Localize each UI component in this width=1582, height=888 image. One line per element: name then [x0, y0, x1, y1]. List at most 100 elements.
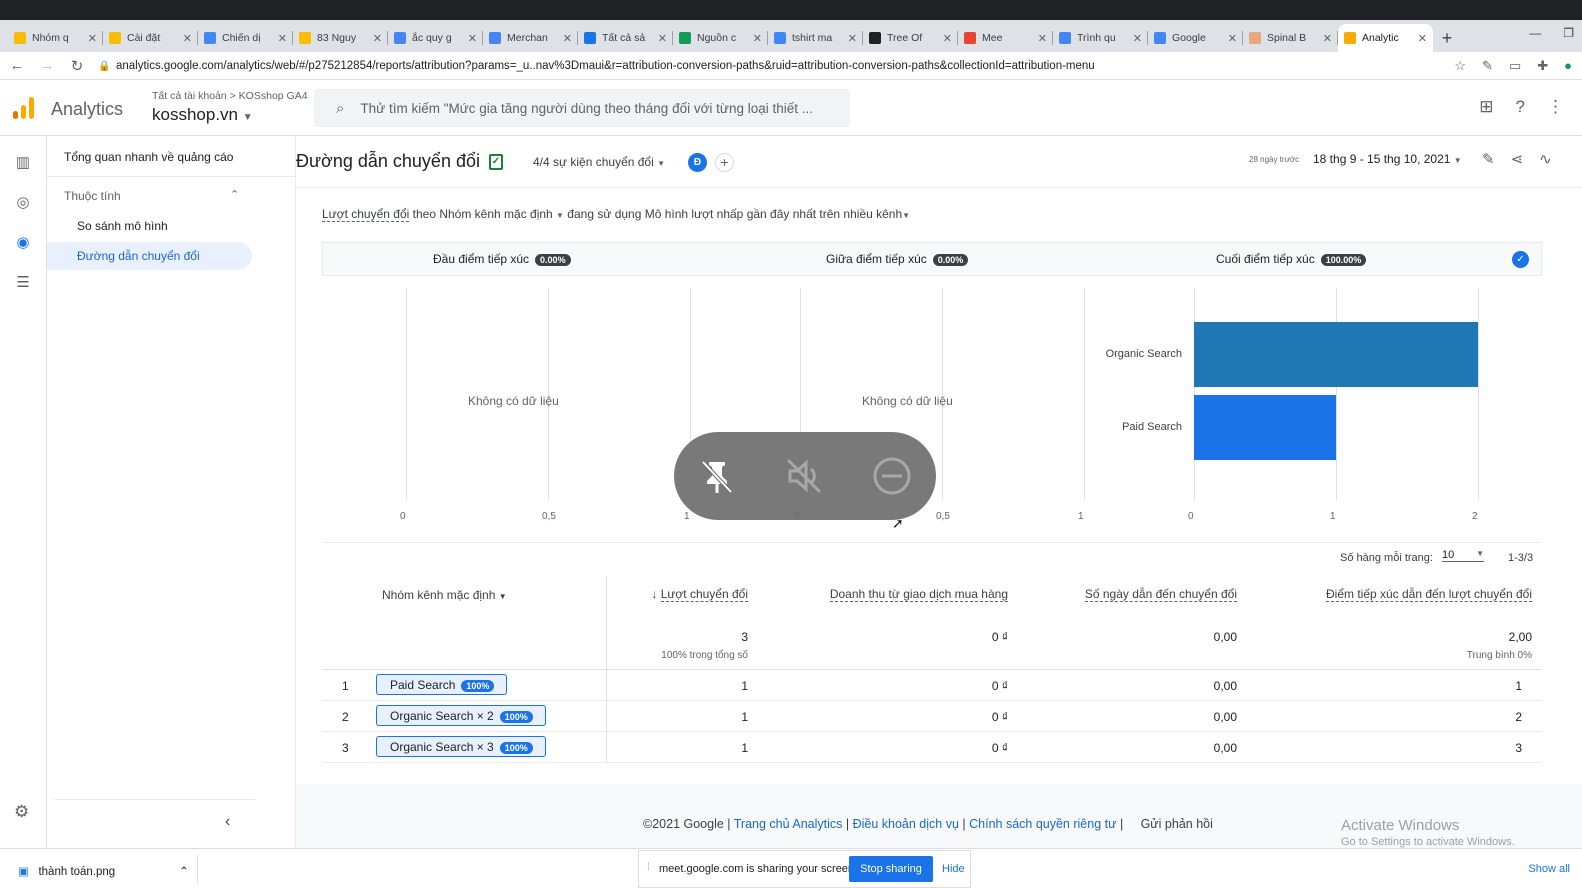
bookmark-star-icon[interactable]: ☆: [1454, 58, 1466, 74]
close-tab-icon[interactable]: ✕: [1038, 32, 1047, 45]
browser-tab[interactable]: 83 Nguy ✕: [293, 24, 388, 52]
explore-icon[interactable]: ◎: [14, 193, 32, 211]
metric-selector[interactable]: Lượt chuyển đổi: [322, 207, 410, 222]
nav-overview[interactable]: Tổng quan nhanh về quảng cáo: [64, 150, 233, 164]
close-tab-icon[interactable]: ✕: [1133, 32, 1142, 45]
header-conversions[interactable]: ↓ Lượt chuyển đổi: [651, 587, 748, 602]
browser-tab[interactable]: Tất cả sả ✕: [578, 24, 673, 52]
pen-extension-icon[interactable]: ✎: [1482, 58, 1493, 74]
help-icon[interactable]: ?: [1516, 97, 1525, 117]
close-tab-icon[interactable]: ✕: [1228, 32, 1237, 45]
nav-item-conversion-paths[interactable]: Đường dẫn chuyển đổi: [47, 242, 252, 270]
reload-icon[interactable]: ↻: [64, 57, 90, 75]
insights-icon[interactable]: ∿: [1539, 150, 1552, 168]
date-range-picker[interactable]: 18 thg 9 - 15 thg 10, 2021 ▼: [1313, 152, 1462, 166]
model-selector[interactable]: đang sử dụng Mô hình lượt nhấp gần đây n…: [564, 207, 902, 221]
hide-button[interactable]: Hide: [942, 863, 965, 875]
title-actions: ✎ ⋖ ∿: [1482, 150, 1552, 168]
minimize-icon[interactable]: —: [1529, 26, 1541, 40]
unpin-icon[interactable]: [697, 456, 737, 496]
feedback-link[interactable]: Gửi phản hồi: [1141, 817, 1213, 831]
comparison-avatar[interactable]: Đ: [688, 153, 707, 172]
url-field[interactable]: 🔒 analytics.google.com/analytics/web/#/p…: [98, 55, 1454, 77]
browser-tab[interactable]: Merchan ✕: [483, 24, 578, 52]
path-chip[interactable]: Organic Search × 2 100%: [376, 705, 546, 726]
dimension-header[interactable]: Nhóm kênh mặc định ▼: [382, 588, 507, 602]
show-all-button[interactable]: Show all: [1528, 863, 1570, 875]
browser-tab[interactable]: Nguồn c ✕: [673, 24, 768, 52]
new-tab-icon[interactable]: +: [1433, 24, 1461, 52]
close-tab-icon[interactable]: ✕: [1418, 32, 1427, 45]
reports-icon[interactable]: ▥: [14, 153, 32, 171]
profile-avatar-icon[interactable]: ●: [1564, 58, 1572, 74]
apps-grid-icon[interactable]: ⊞: [1479, 97, 1493, 117]
dimension-selector[interactable]: theo Nhóm kênh mặc định: [409, 207, 556, 221]
close-tab-icon[interactable]: ✕: [1323, 32, 1332, 45]
drag-handle-icon[interactable]: ⁞: [647, 862, 650, 873]
link-analytics-home[interactable]: Trang chủ Analytics: [734, 817, 843, 831]
close-tab-icon[interactable]: ✕: [183, 32, 192, 45]
header-days[interactable]: Số ngày dẫn đến chuyển đổi: [1084, 587, 1237, 602]
browser-tab[interactable]: Google ✕: [1148, 24, 1243, 52]
mute-icon[interactable]: [784, 456, 824, 496]
link-terms[interactable]: Điều khoản dịch vụ: [853, 817, 959, 831]
settings-gear-icon[interactable]: ⚙: [14, 802, 29, 822]
download-item[interactable]: ▣ thành toán.png ⌃: [18, 864, 189, 878]
close-tab-icon[interactable]: ✕: [468, 32, 477, 45]
browser-tab[interactable]: Tree Of ✕: [863, 24, 958, 52]
customize-report-icon[interactable]: ✎: [1482, 150, 1495, 168]
bar[interactable]: [1194, 322, 1478, 387]
property-selector[interactable]: kosshop.vn ▼: [152, 105, 253, 125]
favicon-icon: [1059, 32, 1071, 44]
tab-last-touchpoint[interactable]: Cuối điểm tiếp xúc 100.00%: [1216, 252, 1367, 266]
browser-tab[interactable]: tshirt ma ✕: [768, 24, 863, 52]
path-chip[interactable]: Paid Search 100%: [376, 674, 508, 695]
close-tab-icon[interactable]: ✕: [278, 32, 287, 45]
more-vert-icon[interactable]: ⋮: [1547, 97, 1564, 117]
close-tab-icon[interactable]: ✕: [373, 32, 382, 45]
stop-sharing-button[interactable]: Stop sharing: [849, 856, 933, 882]
cast-icon[interactable]: ▭: [1509, 58, 1521, 74]
browser-tab[interactable]: Trình qu ✕: [1053, 24, 1148, 52]
close-tab-icon[interactable]: ✕: [563, 32, 572, 45]
collapse-nav-icon[interactable]: ‹: [225, 813, 230, 831]
close-tab-icon[interactable]: ✕: [658, 32, 667, 45]
close-tab-icon[interactable]: ✕: [848, 32, 857, 45]
path-chip[interactable]: Organic Search × 3 100%: [376, 736, 546, 757]
search-input[interactable]: ⌕ Thử tìm kiếm "Mức gia tăng người dùng …: [314, 89, 850, 127]
percent-badge: 0.00%: [932, 254, 969, 266]
nav-item-model-comparison[interactable]: So sánh mô hình: [77, 219, 168, 233]
rows-per-page-select[interactable]: 10 ▼: [1442, 549, 1484, 562]
tab-first-touchpoint[interactable]: Đầu điểm tiếp xúc 0.00%: [433, 252, 571, 266]
browser-tab[interactable]: Chiến dị ✕: [198, 24, 293, 52]
browser-tab[interactable]: Nhóm q ✕: [8, 24, 103, 52]
maximize-icon[interactable]: ❐: [1563, 26, 1574, 40]
bar[interactable]: [1194, 395, 1336, 460]
nav-group-attribution[interactable]: Thuộc tính: [64, 189, 121, 203]
check-circle-icon[interactable]: ✓: [1512, 251, 1529, 268]
close-tab-icon[interactable]: ✕: [88, 32, 97, 45]
advertising-icon[interactable]: ◉: [14, 233, 32, 251]
back-icon[interactable]: ←: [4, 57, 30, 74]
close-tab-icon[interactable]: ✕: [943, 32, 952, 45]
conversion-events-dropdown[interactable]: 4/4 sự kiện chuyển đổi ▼: [533, 155, 665, 169]
forward-icon[interactable]: →: [34, 57, 60, 74]
browser-tab[interactable]: Analytic ✕: [1338, 24, 1433, 52]
minimize-circle-icon[interactable]: [872, 456, 912, 496]
chevron-up-icon[interactable]: ⌃: [179, 866, 189, 878]
close-tab-icon[interactable]: ✕: [753, 32, 762, 45]
header-revenue[interactable]: Doanh thu từ giao dịch mua hàng: [829, 587, 1008, 602]
header-touchpoints[interactable]: Điểm tiếp xúc dẫn đến lượt chuyển đổi: [1325, 587, 1532, 602]
browser-tab[interactable]: Spinal B ✕: [1243, 24, 1338, 52]
configure-list-icon[interactable]: ☰: [14, 273, 32, 291]
account-breadcrumb[interactable]: Tất cả tài khoản > KOSshop GA4: [152, 90, 308, 102]
tab-middle-touchpoint[interactable]: Giữa điểm tiếp xúc 0.00%: [826, 252, 969, 266]
share-icon[interactable]: ⋖: [1511, 150, 1524, 168]
extensions-icon[interactable]: ✚: [1537, 58, 1548, 74]
add-comparison-icon[interactable]: +: [715, 153, 734, 172]
browser-tab[interactable]: Cài đặt ✕: [103, 24, 198, 52]
browser-tab[interactable]: ắc quy g ✕: [388, 24, 483, 52]
browser-tab[interactable]: Mee ✕: [958, 24, 1053, 52]
link-privacy[interactable]: Chính sách quyền riêng tư: [969, 817, 1116, 831]
chevron-up-icon[interactable]: ⌃: [230, 188, 239, 201]
